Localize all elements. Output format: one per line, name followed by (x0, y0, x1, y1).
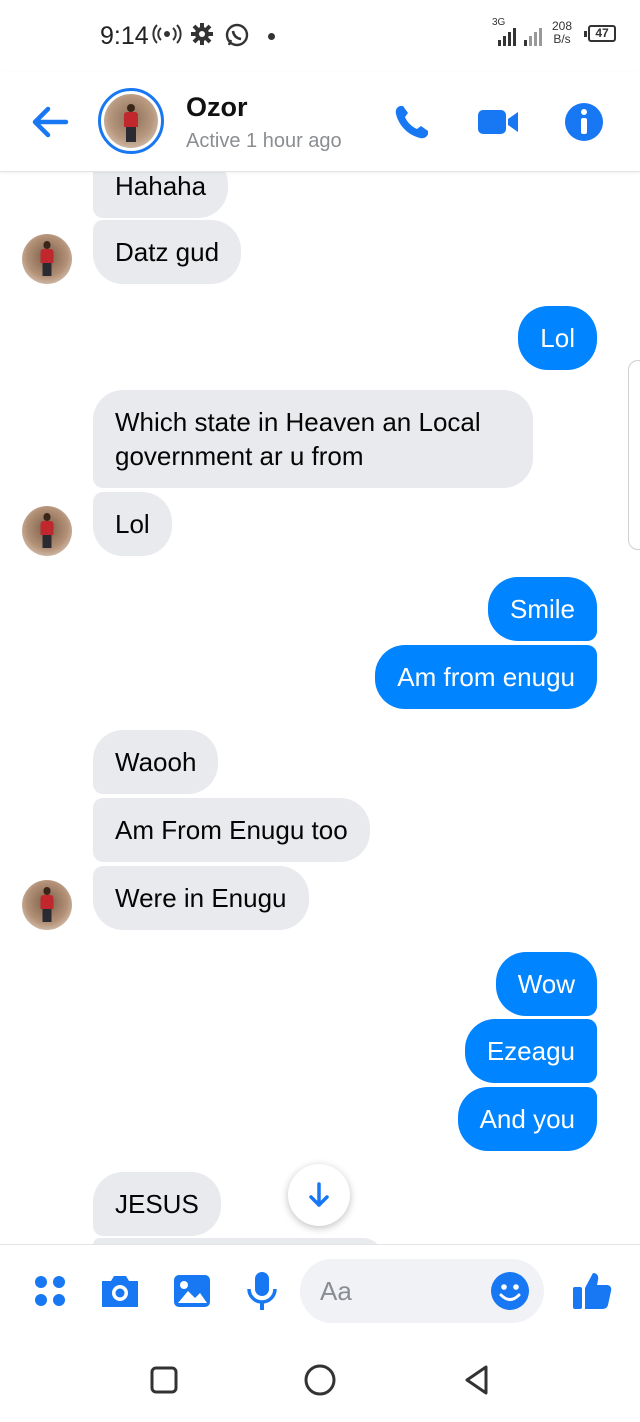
message-incoming[interactable]: Hahaha (93, 172, 229, 218)
message-incoming[interactable]: Which state in Heaven an Local governmen… (93, 390, 533, 488)
back-arrow-icon[interactable] (28, 100, 72, 144)
contact-active-status: Active 1 hour ago (186, 130, 342, 152)
video-call-icon[interactable] (476, 100, 520, 144)
avatar-photo (104, 94, 158, 148)
scroll-to-bottom-button[interactable] (288, 1164, 350, 1226)
like-thumbs-up-icon[interactable] (570, 1269, 614, 1313)
message-outgoing[interactable]: Ezeagu (464, 1019, 597, 1083)
message-incoming[interactable]: Am From Enugu too (93, 798, 370, 862)
status-bar: 9:14 3G 208 B/s 47 (0, 0, 640, 72)
home-icon[interactable] (300, 1360, 340, 1400)
network-speed-unit: B/s (553, 32, 571, 46)
gallery-icon[interactable] (170, 1269, 214, 1313)
notification-dot (268, 33, 275, 40)
sender-avatar[interactable] (22, 234, 72, 284)
whatsapp-icon (225, 23, 249, 47)
message-outgoing[interactable]: Am from enugu (375, 645, 597, 709)
message-incoming[interactable]: JESUS (93, 1172, 221, 1236)
message-list[interactable]: Hahaha Datz gud Lol Which state in Heave… (0, 172, 640, 1244)
message-incoming[interactable]: Lol (93, 492, 172, 556)
microphone-icon[interactable] (240, 1269, 284, 1313)
recent-apps-icon[interactable] (144, 1360, 184, 1400)
contact-avatar[interactable] (98, 88, 164, 154)
message-outgoing[interactable]: Wow (495, 952, 597, 1016)
hotspot-icon (152, 24, 182, 44)
contact-name[interactable]: Ozor (186, 92, 248, 123)
camera-icon[interactable] (98, 1269, 142, 1313)
info-icon[interactable] (562, 100, 606, 144)
emoji-icon[interactable] (490, 1271, 530, 1311)
sender-avatar[interactable] (22, 880, 72, 930)
message-outgoing[interactable]: And you (457, 1087, 597, 1151)
message-composer (0, 1244, 640, 1340)
arrow-down-icon (309, 1182, 329, 1207)
network-speed: 208 B/s (552, 20, 572, 46)
system-navigation-bar (0, 1340, 640, 1422)
status-time: 9:14 (100, 22, 149, 50)
signal-bars-icon (498, 28, 542, 46)
more-actions-icon[interactable] (28, 1269, 72, 1313)
settings-gear-icon (191, 23, 213, 45)
phone-call-icon[interactable] (390, 100, 434, 144)
sender-avatar[interactable] (22, 506, 72, 556)
conversation-header: Ozor Active 1 hour ago (0, 72, 640, 172)
message-outgoing[interactable]: Smile (487, 577, 597, 641)
back-nav-icon[interactable] (456, 1360, 496, 1400)
message-incoming[interactable]: Datz gud (93, 220, 242, 284)
message-outgoing[interactable]: Lol (518, 306, 597, 370)
message-incoming[interactable]: Waooh (93, 730, 219, 794)
scroll-indicator[interactable] (628, 360, 640, 550)
message-incoming[interactable]: Were in Enugu (93, 866, 309, 930)
battery-indicator: 47 (584, 25, 616, 42)
